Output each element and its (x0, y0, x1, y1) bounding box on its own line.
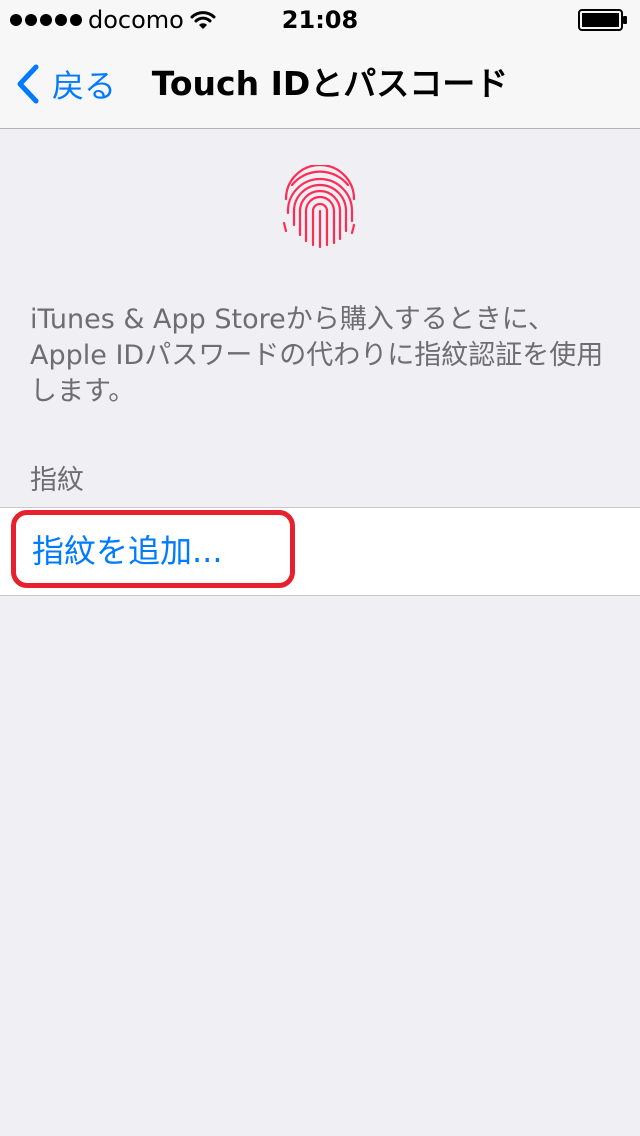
back-button-label: 戻る (52, 67, 117, 105)
fingerprint-icon (282, 165, 356, 249)
section-header-fingerprints: 指紋 (30, 465, 84, 496)
status-bar: docomo 21:08 (0, 0, 640, 40)
description-text: iTunes & App Storeから購入するときに、Apple IDパスワー… (30, 304, 604, 407)
highlight-annotation (11, 510, 295, 588)
battery-icon (578, 9, 627, 31)
back-button[interactable]: 戻る (14, 40, 116, 128)
chevron-left-icon (17, 64, 39, 104)
clock: 21:08 (281, 6, 359, 34)
navigation-bar: Touch IDとパスコード 戻る (0, 40, 640, 129)
